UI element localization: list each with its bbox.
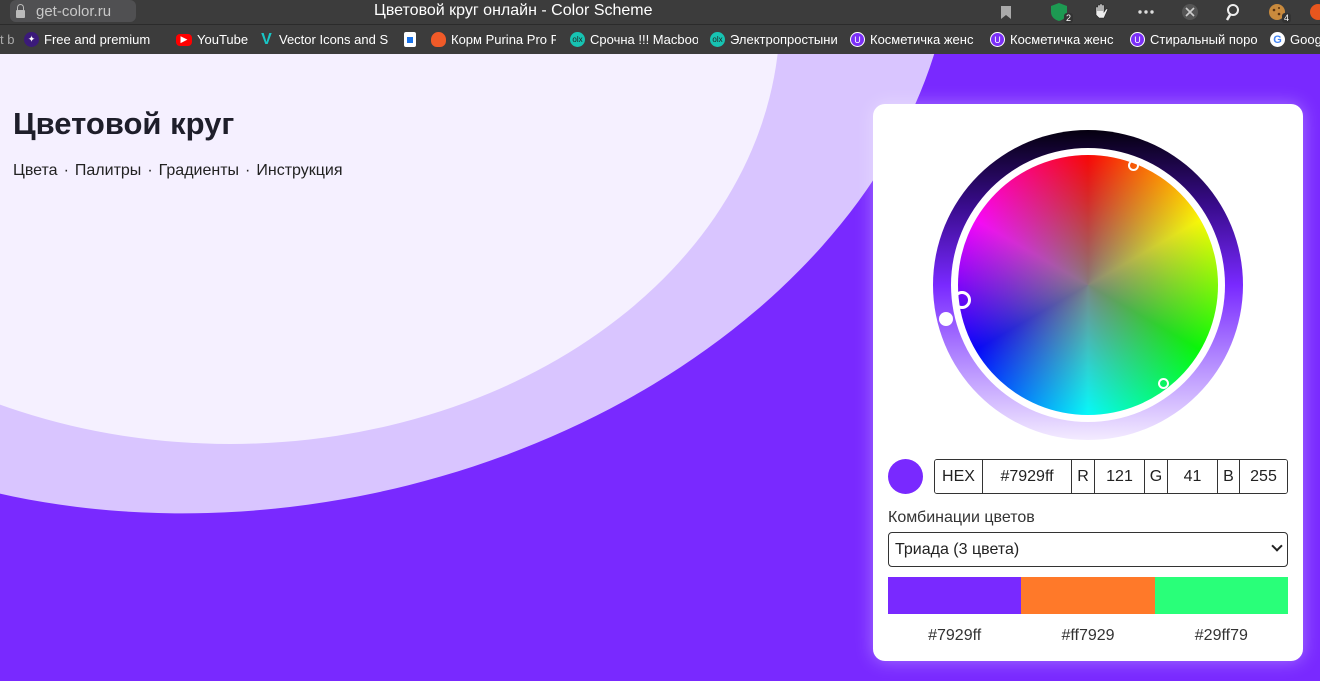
profile-avatar-icon[interactable]: [1308, 2, 1320, 22]
nav-separator: ·: [245, 162, 251, 179]
shield-badge: 2: [1063, 13, 1073, 23]
page-nav: Цвета · Палитры · Градиенты · Инструкция: [13, 162, 343, 180]
olx-favicon-icon: olx: [570, 32, 585, 47]
address-bar[interactable]: get-color.ru: [10, 0, 136, 22]
combination-swatches: [888, 577, 1288, 614]
purina-favicon-icon: [431, 32, 446, 47]
chevron-down-icon: [1271, 540, 1283, 552]
bookmark-item[interactable]: U Косметичка женс: [850, 25, 990, 54]
bookmark-item[interactable]: G Google: [1270, 25, 1320, 54]
vector-icons-favicon-icon: V: [261, 30, 272, 48]
bookmark-label: Free and premium: [44, 32, 151, 47]
bookmark-item[interactable]: ✦ Free and premium: [24, 25, 176, 54]
more-dots-icon[interactable]: [1136, 2, 1156, 22]
nav-link-gradients[interactable]: Градиенты: [159, 162, 239, 180]
bookmark-icon[interactable]: [996, 2, 1016, 22]
main-color-handle[interactable]: [953, 291, 971, 309]
g-input[interactable]: 41: [1168, 460, 1218, 493]
marketplace-favicon-icon: U: [1130, 32, 1145, 47]
bookmark-label: t b: [0, 32, 15, 47]
combination-code[interactable]: #29ff79: [1155, 627, 1288, 645]
combination-select[interactable]: Триада (3 цвета): [888, 532, 1288, 567]
google-icon: G: [1270, 32, 1285, 47]
shield-extension-icon[interactable]: 2: [1049, 2, 1073, 23]
bookmark-label: Google: [1290, 32, 1320, 47]
color-wheel[interactable]: [933, 130, 1243, 440]
bookmarks-bar: t b ✦ Free and premium ▶ YouTube V Vecto…: [0, 24, 1320, 54]
address-bar-url[interactable]: get-color.ru: [36, 3, 111, 20]
r-input[interactable]: 121: [1095, 460, 1145, 493]
bookmark-item[interactable]: olx Электропростыни: [710, 25, 850, 54]
youtube-icon: ▶: [176, 33, 192, 46]
document-icon: [404, 32, 416, 47]
combination-code[interactable]: #7929ff: [888, 627, 1021, 645]
bookmark-item[interactable]: Корм Purina Pro P: [431, 25, 570, 54]
bookmark-label: Срочна !!! Macboo: [590, 32, 698, 47]
lightness-handle[interactable]: [939, 312, 953, 326]
selected-color-swatch: [888, 459, 923, 494]
combinations-label: Комбинации цветов: [888, 509, 1035, 526]
color-picker-card: HEX #7929ff R 121 G 41 B 255 Комбинации …: [873, 104, 1303, 661]
nav-link-colors[interactable]: Цвета: [13, 162, 58, 180]
combination-swatch[interactable]: [888, 577, 1022, 614]
nav-link-instructions[interactable]: Инструкция: [256, 162, 342, 180]
hand-extension-icon[interactable]: [1092, 2, 1112, 22]
b-label: B: [1218, 460, 1240, 493]
combination-select-value: Триада (3 цвета): [895, 540, 1020, 558]
bookmark-label: Vector Icons and S: [279, 32, 389, 47]
tools-extension-icon[interactable]: [1180, 2, 1200, 22]
combo-handle-green[interactable]: [1158, 378, 1169, 389]
bookmark-item[interactable]: ▶ YouTube: [176, 25, 257, 54]
bookmark-label: Корм Purina Pro P: [451, 32, 556, 47]
hex-label: HEX: [935, 460, 983, 493]
combination-swatch[interactable]: [1154, 577, 1288, 614]
combination-swatch[interactable]: [1021, 577, 1155, 614]
cookie-badge: 4: [1281, 13, 1291, 23]
g-label: G: [1145, 460, 1168, 493]
b-input[interactable]: 255: [1240, 460, 1287, 493]
bookmark-label: Косметичка женс: [870, 32, 974, 47]
bookmark-label: Электропростыни: [730, 32, 838, 47]
bookmark-item[interactable]: U Косметичка женс: [990, 25, 1130, 54]
lock-icon: [16, 3, 25, 18]
combo-handle-orange[interactable]: [1128, 160, 1139, 171]
combination-codes: #7929ff #ff7929 #29ff79: [888, 627, 1288, 645]
nav-separator: ·: [147, 162, 153, 179]
color-value-fields: HEX #7929ff R 121 G 41 B 255: [934, 459, 1288, 494]
bookmark-label: Стиральный поро: [1150, 32, 1258, 47]
marketplace-favicon-icon: U: [990, 32, 1005, 47]
cookie-extension-icon[interactable]: 4: [1267, 2, 1291, 23]
saturation-shade: [958, 155, 1218, 415]
bookmark-label: YouTube: [197, 32, 249, 47]
combination-code[interactable]: #ff7929: [1021, 627, 1154, 645]
bookmark-item[interactable]: olx Срочна !!! Macboo: [570, 25, 710, 54]
window-title: Цветовой круг онлайн - Color Scheme: [374, 2, 653, 19]
nav-separator: ·: [63, 162, 69, 179]
bookmark-item[interactable]: V Vector Icons and S: [259, 25, 404, 54]
bookmark-favicon-icon: ✦: [24, 32, 39, 47]
olx-favicon-icon: olx: [710, 32, 725, 47]
search-extension-icon[interactable]: [1224, 2, 1244, 22]
marketplace-favicon-icon: U: [850, 32, 865, 47]
page-title: Цветовой круг: [13, 106, 235, 141]
bookmark-label: Косметичка женс: [1010, 32, 1114, 47]
r-label: R: [1072, 460, 1095, 493]
bookmark-item[interactable]: t b: [0, 25, 24, 54]
browser-titlebar: get-color.ru Цветовой круг онлайн - Colo…: [0, 0, 1320, 24]
page-content: Цветовой круг Цвета · Палитры · Градиент…: [0, 54, 1320, 681]
nav-link-palettes[interactable]: Палитры: [75, 162, 141, 180]
bookmark-item[interactable]: U Стиральный поро: [1130, 25, 1270, 54]
hex-input[interactable]: #7929ff: [983, 460, 1072, 493]
bookmark-item[interactable]: [404, 25, 431, 54]
